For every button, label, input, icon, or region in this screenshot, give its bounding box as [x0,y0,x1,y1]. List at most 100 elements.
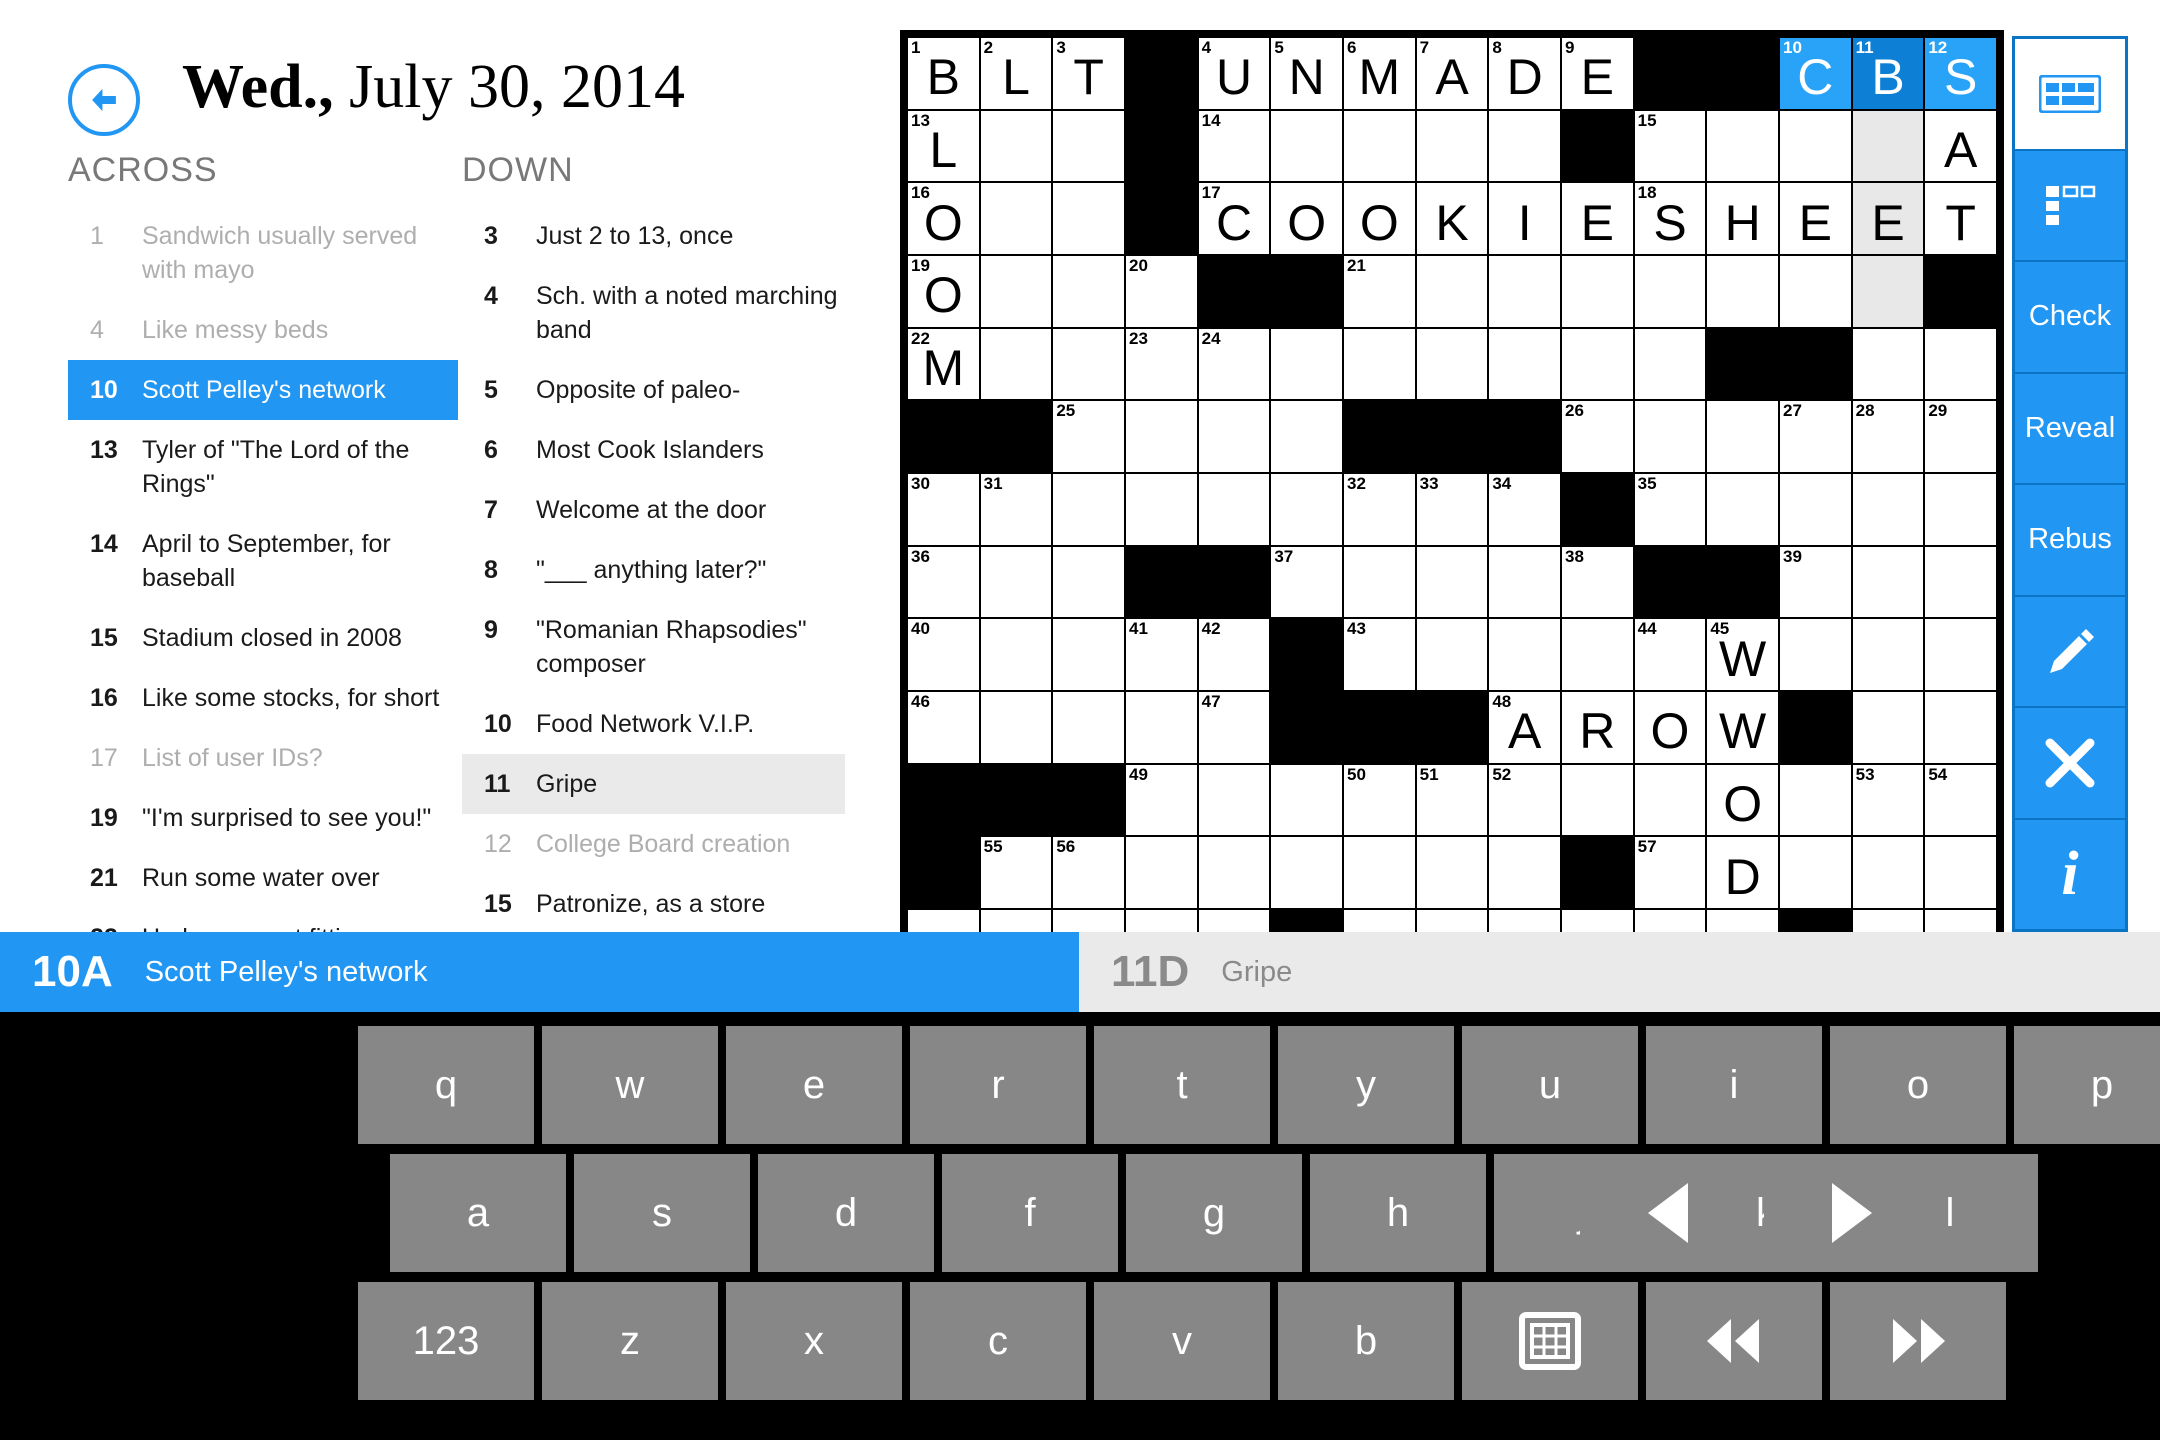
grid-cell-r2-c2[interactable] [1053,183,1124,254]
grid-cell-r1-c1[interactable] [980,110,1052,182]
primary-clue-panel[interactable]: 10A Scott Pelley's network [0,932,1079,1012]
grid-cell-r0-c8[interactable]: 8D [1489,38,1560,109]
grid-cell-r7-c13[interactable] [1852,546,1924,618]
grid-cell-r0-c12[interactable]: 10 C [1779,38,1851,109]
key-g[interactable]: g [1126,1154,1302,1272]
clue-row-across-22[interactable]: 22Undergarment fitting device? [68,908,458,932]
grid-cell-r6-c1[interactable]: 31 [980,473,1052,545]
grid-cell-r5-c2[interactable]: 25 [1053,401,1124,472]
grid-cell-r8-c3[interactable]: 41 [1125,619,1197,690]
grid-cell-r3-c8[interactable] [1489,255,1560,327]
key-f[interactable]: f [942,1154,1118,1272]
key-d[interactable]: d [758,1154,934,1272]
key-h[interactable]: h [1310,1154,1486,1272]
grid-cell-r8-c1[interactable] [980,619,1052,690]
toolbar-pen[interactable] [2015,597,2125,708]
key-c[interactable]: c [910,1282,1086,1400]
grid-cell-r7-c1[interactable] [980,546,1052,618]
clue-row-across-16[interactable]: 16 Like some stocks, for short [68,668,458,728]
grid-cell-r8-c6[interactable]: 43 [1343,619,1415,690]
grid-cell-r3-c12[interactable] [1779,255,1851,327]
key-z[interactable]: z [542,1282,718,1400]
toolbar-layout-toggle[interactable] [2015,151,2125,262]
grid-cell-r8-c9[interactable] [1561,619,1633,690]
key-y[interactable]: y [1278,1026,1454,1144]
key-e[interactable]: e [726,1026,902,1144]
grid-cell-r12-c2[interactable] [1053,909,1124,932]
grid-cell-r6-c14[interactable] [1925,473,1996,545]
toolbar-reveal-button[interactable]: Reveal [2015,374,2125,485]
grid-cell-r1-c2[interactable] [1053,110,1124,182]
grid-cell-r1-c8[interactable] [1489,110,1560,182]
grid-cell-r11-c7[interactable] [1416,837,1488,908]
clue-row-down-7[interactable]: 7 Welcome at the door [462,480,845,540]
grid-cell-r4-c1[interactable] [980,328,1052,400]
grid-cell-r2-c8[interactable]: I [1489,183,1560,254]
grid-cell-r3-c9[interactable] [1561,255,1633,327]
grid-cell-r12-c1[interactable] [980,909,1052,932]
grid-cell-r0-c4[interactable]: 4U [1198,38,1270,109]
grid-cell-r7-c7[interactable] [1416,546,1488,618]
grid-cell-r6-c12[interactable] [1779,473,1851,545]
grid-cell-r7-c8[interactable] [1489,546,1560,618]
grid-cell-r5-c3[interactable] [1125,401,1197,472]
grid-cell-r11-c10[interactable]: 57 [1634,837,1706,908]
prev-clue-key[interactable] [1646,1282,1822,1400]
clue-row-across-4[interactable]: 4 Like messy beds [68,300,458,360]
key-p[interactable]: p [2014,1026,2160,1144]
grid-cell-r10-c8[interactable]: 52 [1489,764,1560,836]
grid-cell-r8-c7[interactable] [1416,619,1488,690]
grid-cell-r11-c8[interactable] [1489,837,1560,908]
clue-row-down-4[interactable]: 4 Sch. with a noted marching band [462,266,845,360]
grid-cell-r5-c10[interactable] [1634,401,1706,472]
grid-cell-r12-c14[interactable] [1925,909,1996,932]
key-u[interactable]: u [1462,1026,1638,1144]
grid-cell-r0-c5[interactable]: 5N [1271,38,1342,109]
grid-cell-r4-c14[interactable] [1925,328,1996,400]
grid-cell-r1-c14[interactable]: A [1925,110,1996,182]
clue-row-down-11[interactable]: 11 Gripe [462,754,845,814]
grid-cell-r5-c5[interactable] [1271,401,1342,472]
grid-cell-r7-c14[interactable] [1925,546,1996,618]
grid-cell-r8-c0[interactable]: 40 [908,619,979,690]
grid-cell-r12-c13[interactable] [1852,909,1924,932]
grid-cell-r5-c9[interactable]: 26 [1561,401,1633,472]
grid-cell-r3-c7[interactable] [1416,255,1488,327]
grid-cell-r12-c4[interactable] [1198,909,1270,932]
grid-cell-r1-c0[interactable]: 13 L [908,110,979,182]
grid-cell-r6-c7[interactable]: 33 [1416,473,1488,545]
grid-cell-r11-c5[interactable] [1271,837,1342,908]
grid-cell-r9-c13[interactable] [1852,691,1924,763]
grid-cell-r1-c13[interactable] [1852,110,1924,182]
grid-cell-r7-c2[interactable] [1053,546,1124,618]
grid-cell-r4-c3[interactable]: 23 [1125,328,1197,400]
grid-cell-r1-c6[interactable] [1343,110,1415,182]
grid-cell-r7-c6[interactable] [1343,546,1415,618]
grid-cell-r3-c6[interactable]: 21 [1343,255,1415,327]
crossword-grid[interactable]: 1 B 2 L 3 T 4 U 5 N 6 M 7 A 8 D 9 E 10 C 11 B 12 S 13 L 14 15 A 16 O 17… [900,30,2004,932]
grid-cell-r6-c8[interactable]: 34 [1489,473,1560,545]
grid-cell-r3-c13[interactable] [1852,255,1924,327]
grid-cell-r4-c10[interactable] [1634,328,1706,400]
grid-cell-r7-c5[interactable]: 37 [1271,546,1342,618]
grid-cell-r10-c7[interactable]: 51 [1416,764,1488,836]
grid-cell-r10-c3[interactable]: 49 [1125,764,1197,836]
grid-cell-r10-c6[interactable]: 50 [1343,764,1415,836]
key-w[interactable]: w [542,1026,718,1144]
grid-cell-r11-c4[interactable] [1198,837,1270,908]
key-v[interactable]: v [1094,1282,1270,1400]
back-button[interactable] [68,64,140,136]
key-i[interactable]: i [1646,1026,1822,1144]
numeric-toggle-key[interactable]: 123 [358,1282,534,1400]
grid-cell-r12-c9[interactable] [1561,909,1633,932]
clue-row-down-15[interactable]: 15 Patronize, as a store [462,874,845,932]
grid-cell-r9-c0[interactable]: 46 [908,691,979,763]
grid-cell-r2-c12[interactable]: E [1779,183,1851,254]
grid-cell-r6-c6[interactable]: 32 [1343,473,1415,545]
grid-cell-r11-c3[interactable] [1125,837,1197,908]
next-clue-key[interactable] [1830,1282,2006,1400]
clue-row-across-21[interactable]: 21 Run some water over [68,848,458,908]
right-toolbar[interactable]: Check Reveal Rebus i [2012,36,2128,932]
grid-cell-r6-c3[interactable] [1125,473,1197,545]
grid-cell-r8-c4[interactable]: 42 [1198,619,1270,690]
